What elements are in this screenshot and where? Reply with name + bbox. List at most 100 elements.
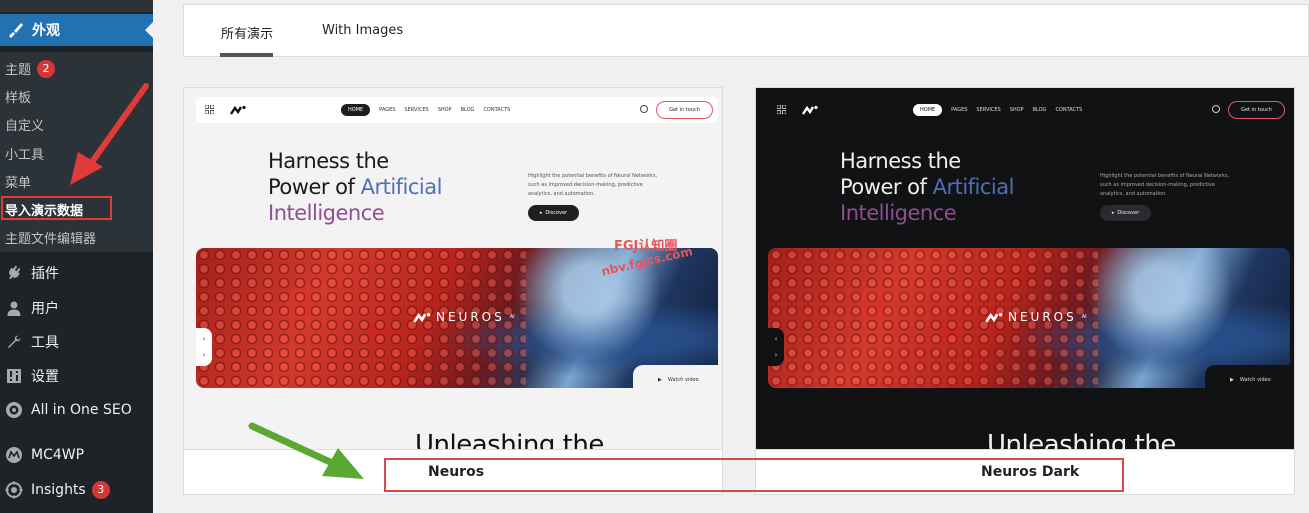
- preview-cta-button: Get in touch: [1228, 101, 1285, 119]
- preview-nav-home: HOME: [913, 104, 943, 116]
- tab-all-demos[interactable]: 所有演示: [221, 23, 273, 42]
- preview-description: Highlight the potential benefits of Neur…: [528, 173, 658, 197]
- search-icon: [640, 105, 648, 113]
- submenu-label: 小工具: [5, 148, 45, 163]
- play-icon: ▸: [539, 210, 543, 216]
- grid-icon: [777, 105, 786, 114]
- active-menu-pointer: [145, 22, 153, 38]
- submenu-label: 自定义: [5, 119, 45, 134]
- menu-label-appearance: 外观: [32, 23, 60, 39]
- preview-discover-button: ▸ Discover: [528, 205, 579, 221]
- preview-discover-button: ▸ Discover: [1100, 205, 1151, 221]
- preview-headline: Harness the Power of Artificial Intellig…: [268, 148, 442, 226]
- menu-label: 工具: [31, 335, 59, 351]
- headline-line-1: Harness the: [840, 149, 961, 173]
- menu-item-settings[interactable]: 设置: [0, 361, 153, 391]
- preview-headline: Harness the Power of Artificial Intellig…: [840, 148, 1014, 226]
- preview-nav-links: HOME PAGES SERVICES SHOP BLOG CONTACTS: [913, 104, 1082, 116]
- hero-logo-text: NEUROS: [436, 310, 505, 324]
- submenu-item-menus[interactable]: 菜单: [5, 172, 31, 191]
- play-icon: ▸: [1111, 210, 1115, 216]
- aioseo-icon: [3, 400, 25, 420]
- preview-subheading: Unleashing the: [987, 430, 1176, 449]
- search-icon: [1212, 105, 1220, 113]
- tab-with-images[interactable]: With Images: [322, 23, 403, 38]
- preview-subheading: Unleashing the: [415, 430, 604, 449]
- neuros-logo-icon: [802, 105, 818, 115]
- menu-item-mc4wp[interactable]: MC4WP: [0, 440, 153, 470]
- headline-text: Power of: [268, 175, 361, 199]
- active-tab-indicator: [220, 53, 273, 57]
- menu-item-plugins[interactable]: 插件: [0, 258, 153, 288]
- submenu-label: 样板: [5, 91, 32, 106]
- highlight-box-import-demo: [1, 196, 112, 220]
- submenu-item-customize[interactable]: 自定义: [5, 115, 44, 134]
- preview-nav-services: SERVICES: [404, 107, 429, 113]
- neuros-logo-icon: [985, 312, 1003, 323]
- demo-card-neuros[interactable]: HOME PAGES SERVICES SHOP BLOG CONTACTS G…: [183, 87, 723, 495]
- preview-nav-shop: SHOP: [437, 107, 452, 113]
- preview-nav-blog: BLOG: [460, 107, 475, 113]
- submenu-item-patterns[interactable]: 样板: [5, 87, 31, 106]
- preview-navbar: HOME PAGES SERVICES SHOP BLOG CONTACTS G…: [196, 97, 718, 123]
- hero-logo-sup: AI: [1081, 314, 1087, 320]
- chevron-right-icon: ›: [202, 351, 206, 359]
- headline-line-3: Intelligence: [840, 201, 957, 225]
- preview-nav-contacts: CONTACTS: [1055, 107, 1083, 113]
- submenu-item-theme-editor[interactable]: 主题文件编辑器: [5, 228, 96, 247]
- demo-preview-image: HOME PAGES SERVICES SHOP BLOG CONTACTS G…: [756, 88, 1294, 449]
- hero-logo: NEUROS AI: [413, 310, 515, 324]
- wrench-icon: [3, 332, 25, 352]
- watch-video-label: Watch video: [1239, 377, 1271, 383]
- update-badge: 2: [37, 59, 56, 78]
- headline-line-1: Harness the: [268, 149, 389, 173]
- watch-video-label: Watch video: [667, 377, 699, 383]
- menu-item-aioseo[interactable]: All in One SEO: [0, 395, 153, 425]
- demo-card-neuros-dark[interactable]: HOME PAGES SERVICES SHOP BLOG CONTACTS G…: [755, 87, 1295, 495]
- menu-label: All in One SEO: [31, 402, 132, 418]
- headline-line-2: Power of Artificial: [268, 174, 442, 200]
- chevron-left-icon: ‹: [202, 335, 206, 343]
- user-icon: [3, 298, 25, 318]
- preview-nav-blog: BLOG: [1032, 107, 1047, 113]
- submenu-item-widgets[interactable]: 小工具: [5, 144, 44, 163]
- preview-nav-pages: PAGES: [951, 107, 968, 113]
- demo-filter-tabs: 所有演示 With Images: [183, 4, 1309, 57]
- paintbrush-icon: [4, 21, 26, 39]
- menu-label: 用户: [31, 301, 59, 317]
- submenu-label: 主题文件编辑器: [5, 232, 97, 247]
- chevron-left-icon: ‹: [774, 335, 778, 343]
- play-icon: ▶: [1230, 377, 1234, 383]
- grid-icon: [205, 105, 214, 114]
- preview-slider-arrows: ‹ ›: [196, 328, 212, 366]
- admin-sidebar: 外观 主题 2 样板 自定义 小工具 菜单 导入演示数据 主题文件编辑器 插件 …: [0, 0, 153, 513]
- discover-label: Discover: [545, 210, 568, 216]
- submenu-item-themes[interactable]: 主题 2: [5, 59, 56, 78]
- headline-highlight: Artificial: [360, 175, 443, 199]
- preview-nav-shop: SHOP: [1009, 107, 1024, 113]
- menu-item-tools[interactable]: 工具: [0, 327, 153, 357]
- plugin-icon: [3, 263, 25, 283]
- play-icon: ▶: [658, 377, 662, 383]
- hero-logo-text: NEUROS: [1008, 310, 1077, 324]
- headline-text: Power of: [840, 175, 933, 199]
- preview-watch-video: ▶ Watch video: [1205, 365, 1293, 395]
- hero-logo-sup: AI: [509, 314, 515, 320]
- preview-description: Highlight the potential benefits of Neur…: [1100, 173, 1230, 197]
- insights-icon: [3, 480, 25, 500]
- preview-nav-services: SERVICES: [976, 107, 1001, 113]
- menu-label: 插件: [31, 266, 59, 282]
- menu-item-appearance[interactable]: 外观: [0, 14, 153, 46]
- menu-item-users[interactable]: 用户: [0, 293, 153, 323]
- settings-icon: [3, 366, 25, 386]
- menu-label: 设置: [31, 369, 59, 385]
- menu-item-insights[interactable]: Insights 3: [0, 475, 153, 505]
- preview-navbar: HOME PAGES SERVICES SHOP BLOG CONTACTS G…: [768, 97, 1290, 123]
- sidebar-top-strip: [0, 0, 153, 12]
- preview-cta-button: Get in touch: [656, 101, 713, 119]
- highlight-box-demo-names: [384, 458, 1124, 492]
- preview-watch-video: ▶ Watch video: [633, 365, 721, 395]
- submenu-label: 主题: [5, 63, 32, 78]
- preview-slider-arrows: ‹ ›: [768, 328, 784, 366]
- preview-nav-contacts: CONTACTS: [483, 107, 511, 113]
